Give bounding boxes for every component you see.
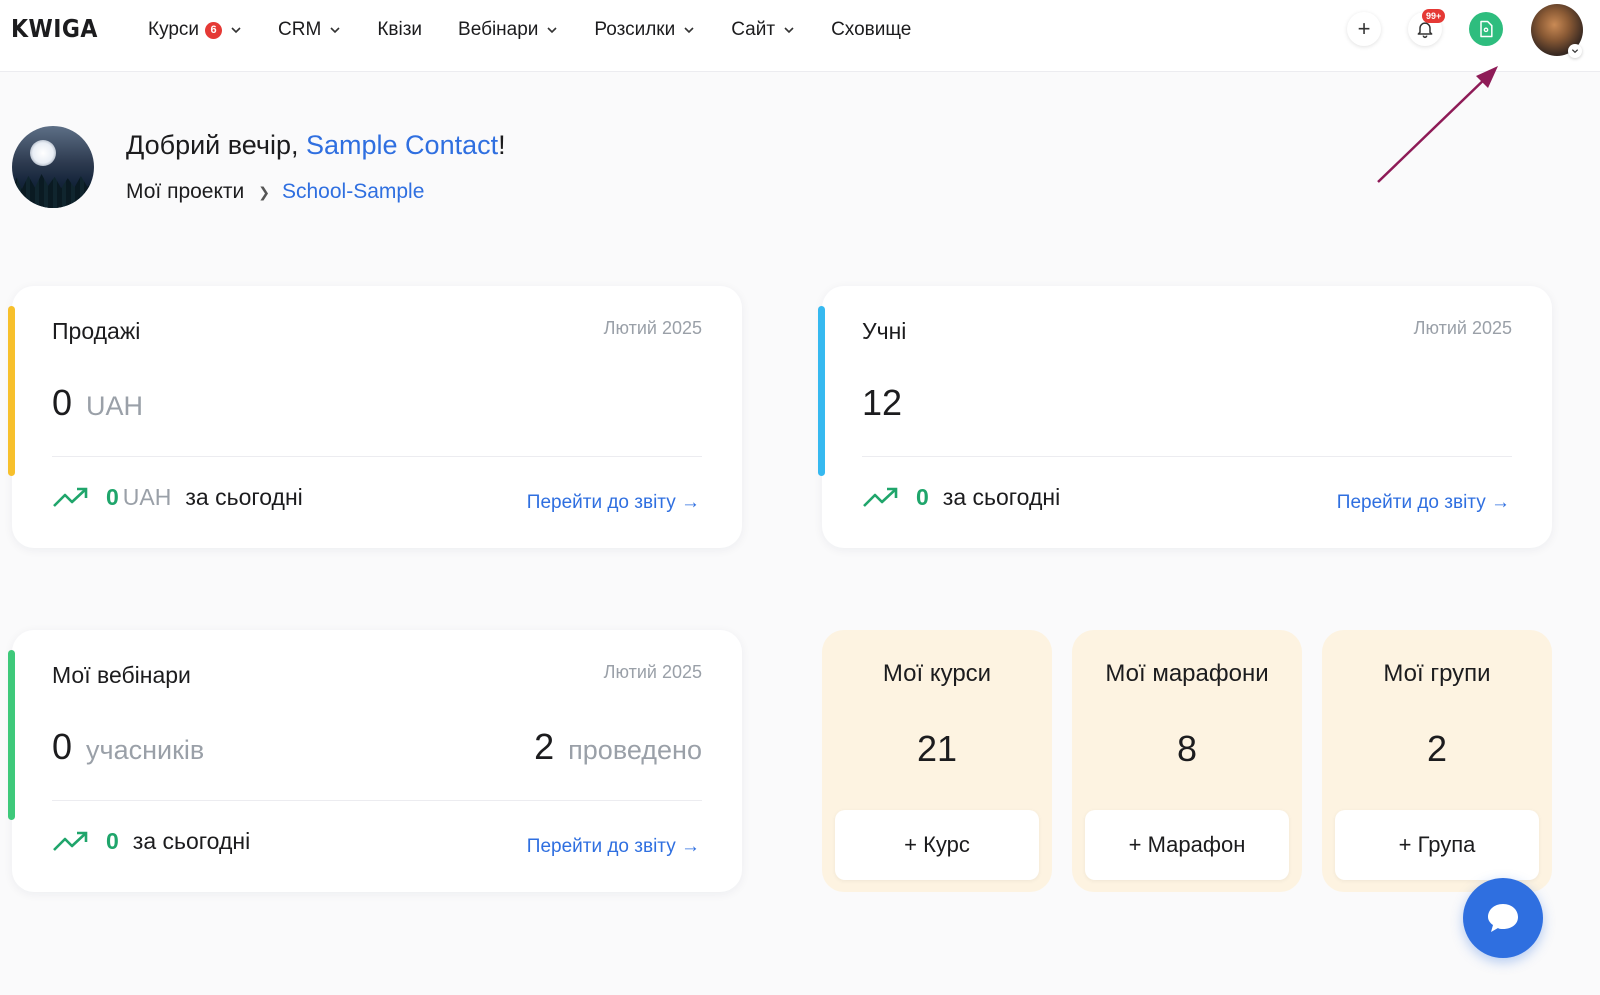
tile-value: 2	[1426, 728, 1448, 769]
webinars-today-label: за сьогодні	[132, 828, 251, 854]
plus-icon: +	[1357, 16, 1371, 41]
nav-label: Курси	[148, 19, 200, 40]
students-today: 0 за сьогодні	[862, 484, 1060, 511]
sales-date: Лютий 2025	[603, 318, 702, 338]
sales-today: 0 UAH за сьогодні	[52, 484, 303, 511]
nav-label: Квізи	[377, 19, 423, 40]
held-value: 2	[534, 726, 555, 767]
chevron-down-icon	[330, 27, 340, 34]
greeting-prefix: Добрий вечір,	[126, 130, 306, 160]
divider	[52, 800, 702, 801]
webinars-card: Мої вебінари Лютий 2025 0 учасників 2 пр…	[8, 630, 742, 892]
documents-button[interactable]	[1469, 12, 1503, 46]
annotation-arrow	[1377, 66, 1498, 183]
nav-item-quizzes[interactable]: Квізи	[377, 19, 422, 41]
add-button[interactable]: +	[1347, 12, 1381, 46]
webinars-report-link[interactable]: Перейти до звіту →	[527, 836, 700, 858]
my-courses-tile: Мої курси 21 + Курс	[822, 630, 1052, 892]
students-today-value: 0	[916, 484, 929, 510]
contact-name-link[interactable]: Sample Contact	[306, 130, 498, 160]
chevron-down-icon	[547, 27, 557, 34]
trending-up-icon	[53, 831, 88, 851]
participants-label: учасників	[86, 735, 205, 765]
tile-title: Мої марафони	[1105, 660, 1269, 687]
greeting-suffix: !	[498, 130, 506, 160]
nav-item-mailings[interactable]: Розсилки	[594, 19, 695, 41]
breadcrumb-root[interactable]: Мої проекти	[126, 180, 244, 204]
chevron-down-icon	[784, 27, 794, 34]
tile-value: 21	[916, 728, 958, 769]
nav-label: Сайт	[731, 19, 776, 40]
add-course-button[interactable]: + Курс	[835, 810, 1039, 880]
nav-item-site[interactable]: Сайт	[731, 19, 795, 41]
students-accent-bar	[818, 306, 825, 476]
students-title: Учні	[862, 318, 907, 344]
tile-title: Мої групи	[1383, 660, 1491, 687]
nav-label: CRM	[278, 19, 322, 40]
sales-unit: UAH	[86, 391, 144, 421]
webinars-date: Лютий 2025	[603, 662, 702, 682]
courses-count-badge: 6	[205, 21, 223, 39]
main-nav: Курси 6 CRM Квізи Вебінари Розсилки Сайт…	[148, 0, 947, 60]
nav-item-storage[interactable]: Сховище	[831, 19, 911, 41]
project-avatar	[12, 126, 94, 208]
webinars-today-value: 0	[106, 828, 119, 854]
chat-button[interactable]	[1463, 878, 1543, 958]
webinars-accent-bar	[8, 650, 15, 820]
sales-report-link[interactable]: Перейти до звіту →	[527, 492, 700, 514]
top-navigation-bar: KWIGA Курси 6 CRM Квізи Вебінари Розсилк…	[0, 0, 1600, 72]
students-date: Лютий 2025	[1413, 318, 1512, 338]
trending-up-icon	[53, 487, 88, 507]
my-groups-tile: Мої групи 2 + Група	[1322, 630, 1552, 892]
sales-card: Продажі Лютий 2025 0 UAH 0 UAH за сьогод…	[8, 286, 742, 548]
sales-accent-bar	[8, 306, 15, 476]
tile-value: 8	[1176, 728, 1198, 769]
chevron-down-icon	[684, 27, 694, 34]
participants-value: 0	[52, 726, 73, 767]
students-value: 12	[862, 382, 903, 423]
students-today-label: за сьогодні	[942, 484, 1061, 510]
my-marathons-tile: Мої марафони 8 + Марафон	[1072, 630, 1302, 892]
add-group-button[interactable]: + Група	[1335, 810, 1539, 880]
webinars-participants: 0 учасників	[52, 726, 204, 768]
sales-today-unit: UAH	[122, 484, 172, 510]
divider	[52, 456, 702, 457]
sales-value: 0	[52, 382, 73, 423]
chevron-down-icon[interactable]	[1568, 44, 1582, 58]
webinars-today: 0 за сьогодні	[52, 828, 250, 855]
nav-label: Розсилки	[594, 19, 676, 40]
webinars-held: 2 проведено	[534, 726, 702, 768]
students-card: Учні Лютий 2025 12 0 за сьогодні Перейти…	[818, 286, 1552, 548]
chevron-right-icon: ❯	[258, 183, 270, 200]
nav-label: Сховище	[831, 19, 912, 40]
nav-label: Вебінари	[458, 19, 539, 40]
nav-item-courses[interactable]: Курси 6	[148, 19, 242, 41]
kwiga-logo[interactable]: KWIGA	[11, 14, 98, 43]
greeting-heading: Добрий вечір, Sample Contact!	[126, 130, 506, 161]
divider	[862, 456, 1512, 457]
chat-bubble-icon	[1488, 904, 1518, 932]
breadcrumb-current[interactable]: School-Sample	[282, 180, 424, 204]
students-report-link[interactable]: Перейти до звіту →	[1337, 492, 1510, 514]
sales-today-value: 0	[106, 484, 119, 510]
add-marathon-button[interactable]: + Марафон	[1085, 810, 1289, 880]
chevron-down-icon	[231, 27, 241, 34]
nav-item-webinars[interactable]: Вебінари	[458, 19, 558, 41]
trending-up-icon	[863, 487, 898, 507]
held-label: проведено	[568, 735, 702, 765]
notifications-badge: 99+	[1422, 9, 1446, 23]
document-icon	[1480, 20, 1493, 38]
sales-total: 0 UAH	[52, 382, 143, 424]
breadcrumb: Мої проекти ❯ School-Sample	[126, 180, 424, 204]
sales-title: Продажі	[52, 318, 141, 344]
forest-image	[12, 174, 94, 208]
nav-item-crm[interactable]: CRM	[278, 19, 341, 41]
tile-title: Мої курси	[882, 660, 992, 687]
moon-image	[30, 140, 56, 166]
students-total: 12	[862, 382, 902, 424]
webinars-title: Мої вебінари	[52, 662, 191, 688]
sales-today-label: за сьогодні	[185, 484, 303, 510]
